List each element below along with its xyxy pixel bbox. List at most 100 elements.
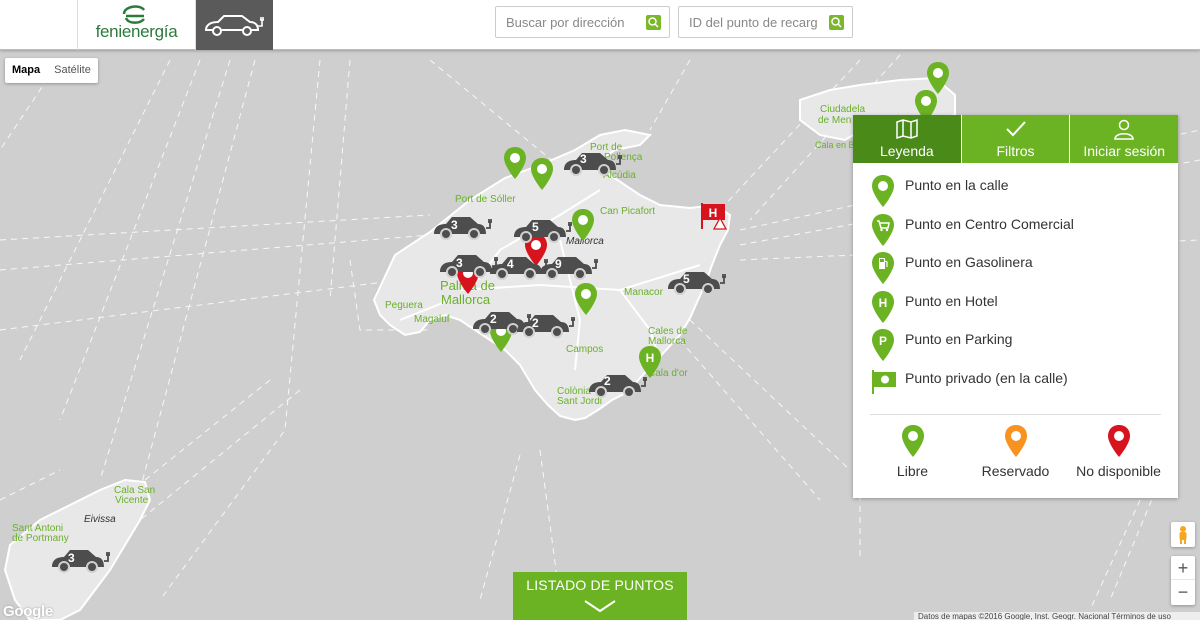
top-header: fenienergía	[0, 0, 1200, 50]
legend-panel: Leyenda Filtros Iniciar sesión Punto en …	[853, 115, 1179, 498]
place-label: Port de Sóller	[455, 194, 516, 205]
car-cluster-icon[interactable]	[512, 215, 576, 243]
place-label: de Portmany	[12, 533, 69, 544]
status-label: Libre	[896, 463, 929, 479]
pin-hotel-icon: H	[872, 290, 894, 323]
logo-mark-icon	[122, 5, 146, 24]
pin-cart-icon	[872, 213, 894, 246]
search-icon	[831, 17, 842, 28]
tab-leyenda[interactable]: Leyenda	[853, 115, 961, 163]
legend-label: Punto en Parking	[905, 331, 1013, 347]
zoom-in-button[interactable]: +	[1171, 556, 1195, 580]
search-id-input[interactable]	[679, 7, 852, 37]
place-label: Campos	[566, 344, 604, 355]
cluster-count: 2	[490, 312, 497, 326]
legend-label: Punto en Centro Comercial	[905, 215, 1074, 232]
status-libre: Libre	[863, 425, 963, 479]
search-icon	[648, 17, 659, 28]
legend-item: Punto en Gasolinera	[871, 252, 1160, 291]
legend-item: Punto en Centro Comercial	[871, 213, 1160, 253]
tab-filtros-label: Filtros	[996, 143, 1035, 159]
status-legend: Libre Reservado No disponible	[853, 415, 1178, 479]
legend-item: H Punto en Hotel	[871, 290, 1160, 330]
car-cluster-icon[interactable]	[666, 267, 730, 295]
tab-iniciar-sesion-label: Iniciar sesión	[1083, 143, 1166, 159]
pin-libre-icon[interactable]	[530, 158, 554, 190]
svg-text:H: H	[709, 206, 718, 220]
place-label: Peguera	[385, 300, 423, 311]
cluster-count: 4	[507, 257, 514, 271]
zoom-out-button[interactable]: −	[1171, 580, 1195, 604]
pin-fuel-icon	[872, 252, 894, 284]
legend-item: Punto en la calle	[871, 175, 1160, 214]
google-logo: Google	[3, 603, 53, 620]
pin-libre-icon	[901, 425, 924, 457]
car-cluster-icon[interactable]	[50, 545, 114, 573]
cluster-count: 3	[580, 152, 587, 166]
pin-parking-icon: P	[872, 329, 894, 361]
panel-tabs: Leyenda Filtros Iniciar sesión	[853, 115, 1179, 163]
status-reservado: Reservado	[966, 425, 1066, 479]
legend-item: Punto privado (en la calle)	[871, 368, 1160, 407]
electric-car-icon	[204, 15, 264, 36]
status-no-disponible: No disponible	[1069, 425, 1169, 479]
listado-label: LISTADO DE PUNTOS	[526, 577, 674, 593]
place-label: Ciudadela	[820, 104, 866, 115]
legend-item: P Punto en Parking	[871, 329, 1160, 368]
legend-label: Punto privado (en la calle)	[905, 369, 1068, 386]
map-attribution[interactable]: Datos de mapas ©2016 Google, Inst. Geogr…	[914, 612, 1200, 620]
search-id-box	[678, 6, 853, 38]
pin-reservado-icon	[1004, 425, 1027, 457]
cluster-count: 3	[456, 256, 463, 270]
street-view-pegman[interactable]	[1171, 522, 1195, 547]
place-label: Eivissa	[84, 514, 116, 525]
zoom-control: + −	[1171, 556, 1195, 605]
search-address-box	[495, 6, 670, 38]
legend-label: Punto en Gasolinera	[905, 254, 1033, 270]
place-label: Magaluf	[414, 314, 450, 325]
flag-icon	[872, 369, 896, 394]
car-cluster-icon[interactable]	[538, 252, 602, 280]
pin-hotel-letter: H	[879, 296, 888, 310]
hotel-flag-warning-icon[interactable]: H	[700, 201, 728, 231]
place-label: Can Picafort	[600, 206, 656, 217]
search-id-button[interactable]	[829, 15, 844, 30]
car-tab[interactable]	[196, 0, 273, 50]
place-label: Manacor	[624, 287, 663, 298]
map-type-satellite[interactable]: Satélite	[47, 58, 98, 83]
car-cluster-icon[interactable]	[515, 310, 579, 338]
legend-label: Punto en la calle	[905, 177, 1009, 193]
tab-filtros[interactable]: Filtros	[960, 115, 1070, 163]
cluster-count: 3	[68, 551, 75, 565]
status-label: Reservado	[981, 463, 1050, 479]
pin-dot-icon	[872, 175, 894, 207]
tab-iniciar-sesion[interactable]: Iniciar sesión	[1069, 115, 1179, 163]
pegman-icon	[1179, 525, 1187, 544]
pin-libre-icon[interactable]	[503, 147, 527, 179]
map-icon	[896, 118, 918, 140]
pin-no-disponible-icon	[1107, 425, 1130, 457]
cluster-count: 9	[555, 257, 562, 271]
check-icon	[1005, 121, 1026, 137]
map-type-control: Mapa Satélite	[5, 58, 98, 83]
fenienergia-logo[interactable]: fenienergía	[77, 0, 196, 50]
car-cluster-icon[interactable]	[562, 148, 626, 176]
cluster-count: 3	[451, 218, 458, 232]
search-address-input[interactable]	[496, 7, 669, 37]
tab-leyenda-label: Leyenda	[879, 143, 934, 159]
cluster-count: 2	[532, 316, 539, 330]
chevron-down-icon	[584, 600, 616, 613]
logo-text: fenienergía	[95, 22, 178, 41]
place-label: Mallorca	[441, 292, 491, 307]
listado-puntos-button[interactable]: LISTADO DE PUNTOS	[513, 572, 687, 620]
search-address-button[interactable]	[646, 15, 661, 30]
cluster-count: 5	[683, 272, 690, 286]
legend-list: Punto en la calle Punto en Centro Comerc…	[853, 163, 1178, 406]
car-cluster-icon[interactable]	[432, 212, 496, 240]
map-type-map[interactable]: Mapa	[5, 58, 47, 83]
status-label: No disponible	[1076, 463, 1161, 479]
pin-parking-letter: P	[879, 334, 887, 348]
svg-text:H: H	[646, 351, 655, 365]
cluster-count: 2	[604, 374, 611, 388]
car-cluster-icon[interactable]	[587, 370, 651, 398]
